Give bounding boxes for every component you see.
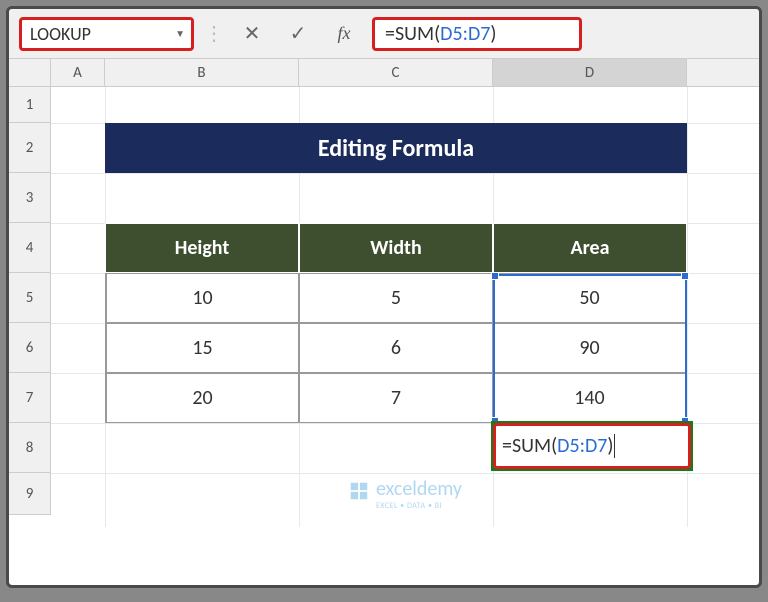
- row-header-5[interactable]: 5: [9, 273, 50, 323]
- cell-formula-ref: D5:D7: [557, 434, 607, 458]
- table-row: 10 5 50: [105, 273, 687, 323]
- table-row: 20 7 140: [105, 373, 687, 423]
- select-all-corner[interactable]: [9, 59, 51, 86]
- header-width[interactable]: Width: [299, 223, 493, 273]
- row-header-7[interactable]: 7: [9, 373, 50, 423]
- cell-formula-prefix: =SUM(: [502, 434, 557, 458]
- cell-b7[interactable]: 20: [105, 373, 299, 423]
- enter-button[interactable]: ✓: [280, 19, 316, 49]
- formula-text-prefix: =SUM(: [385, 22, 440, 46]
- cell-b5[interactable]: 10: [105, 273, 299, 323]
- cell-d7[interactable]: 140: [493, 373, 687, 423]
- cell-b6[interactable]: 15: [105, 323, 299, 373]
- col-header-b[interactable]: B: [105, 59, 299, 86]
- cell-d5[interactable]: 50: [493, 273, 687, 323]
- name-box-value: LOOKUP: [30, 23, 91, 45]
- cells-area[interactable]: Editing Formula Height Width Area 10 5 5…: [51, 87, 759, 515]
- text-cursor-icon: [614, 434, 615, 458]
- column-headers: A B C D: [9, 59, 759, 87]
- col-header-c[interactable]: C: [299, 59, 493, 86]
- row-headers: 1 2 3 4 5 6 7 8 9: [9, 87, 51, 515]
- row-header-2[interactable]: 2: [9, 123, 50, 173]
- cell-formula-suffix: ): [607, 434, 613, 458]
- cancel-button[interactable]: ✕: [234, 19, 270, 49]
- data-table: Height Width Area 10 5 50 15 6 90: [105, 223, 687, 423]
- watermark: exceldemy EXCEL • DATA • BI: [51, 477, 759, 511]
- chevron-down-icon[interactable]: ▼: [175, 27, 185, 40]
- header-height[interactable]: Height: [105, 223, 299, 273]
- formula-bar: LOOKUP ▼ ⋮ ✕ ✓ fx =SUM(D5:D7): [9, 9, 759, 59]
- col-header-d[interactable]: D: [493, 59, 687, 86]
- title-banner[interactable]: Editing Formula: [105, 123, 687, 173]
- table-row: 15 6 90: [105, 323, 687, 373]
- logo-icon: [348, 480, 370, 508]
- name-box[interactable]: LOOKUP ▼: [19, 17, 194, 51]
- row-header-4[interactable]: 4: [9, 223, 50, 273]
- row-header-1[interactable]: 1: [9, 87, 50, 123]
- separator: ⋮: [204, 21, 224, 46]
- row-header-8[interactable]: 8: [9, 423, 50, 473]
- cell-c5[interactable]: 5: [299, 273, 493, 323]
- table-header-row: Height Width Area: [105, 223, 687, 273]
- cell-c7[interactable]: 7: [299, 373, 493, 423]
- formula-text-ref: D5:D7: [440, 22, 490, 46]
- row-header-6[interactable]: 6: [9, 323, 50, 373]
- cell-c6[interactable]: 6: [299, 323, 493, 373]
- watermark-sub: EXCEL • DATA • BI: [376, 501, 462, 511]
- cell-d8-editing[interactable]: =SUM(D5:D7): [493, 423, 691, 469]
- row-header-9[interactable]: 9: [9, 473, 50, 515]
- header-area[interactable]: Area: [493, 223, 687, 273]
- formula-text-suffix: ): [490, 22, 496, 46]
- watermark-text: exceldemy: [376, 477, 462, 501]
- excel-window: LOOKUP ▼ ⋮ ✕ ✓ fx =SUM(D5:D7) A B C D 1 …: [6, 6, 762, 588]
- row-header-3[interactable]: 3: [9, 173, 50, 223]
- formula-input[interactable]: =SUM(D5:D7): [372, 17, 582, 51]
- cell-d6[interactable]: 90: [493, 323, 687, 373]
- col-header-a[interactable]: A: [51, 59, 105, 86]
- fx-button[interactable]: fx: [326, 19, 362, 49]
- grid: A B C D 1 2 3 4 5 6 7 8 9: [9, 59, 759, 515]
